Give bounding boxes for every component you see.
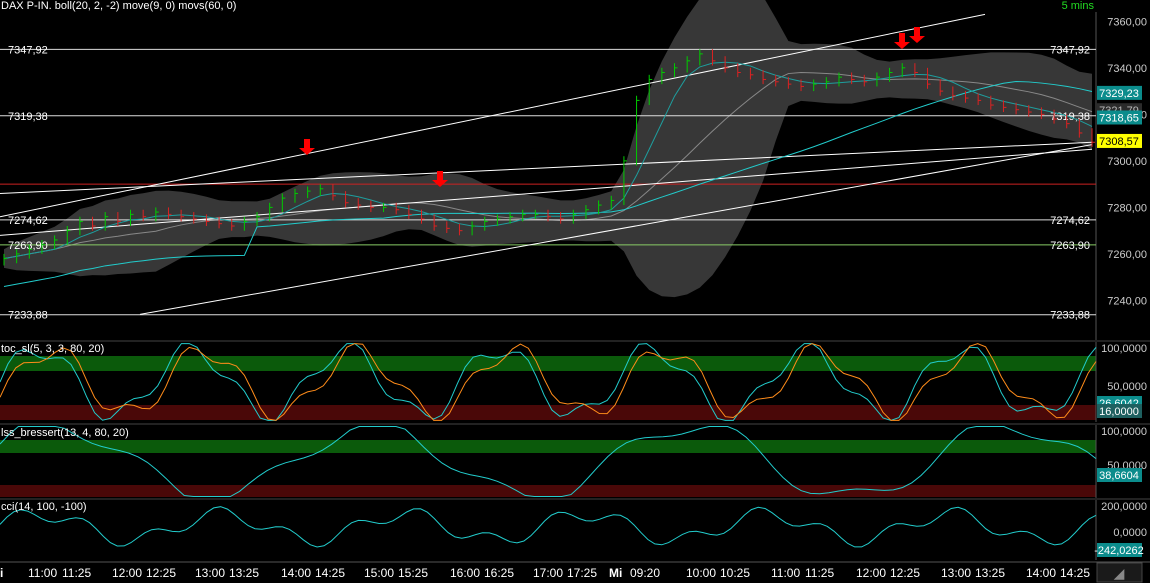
panel-tick-label: 100,0000 <box>1101 343 1147 355</box>
time-tick-label: 13:25 <box>975 566 1005 580</box>
overbought-zone <box>0 356 1096 371</box>
time-tick-label: 10:00 <box>686 566 716 580</box>
time-tick-label: 13:00 <box>941 566 971 580</box>
time-tick-label: 17:00 <box>533 566 563 580</box>
time-tick-label: 11:25 <box>62 566 91 580</box>
indicator-badge: 38,6604 <box>1099 470 1139 482</box>
time-tick-label: Mi <box>609 566 622 580</box>
time-axis: i 11:00 11:25 12:00 12:25 13:00 13:25 14:00 14:2… <box>0 562 1150 583</box>
oversold-zone <box>0 405 1096 420</box>
stochastic-title: toc_sl(5, 3, 3, 80, 20) <box>1 343 104 355</box>
time-tick-label: 11:25 <box>805 566 834 580</box>
level-label-right: 7263,90 <box>1050 240 1090 252</box>
cci-panel: 200,0000 0,0000 -242,0262 <box>0 499 1150 560</box>
time-tick-label: 13:00 <box>195 566 225 580</box>
cci-title: cci(14, 100, -100) <box>1 501 87 513</box>
price-tick-label: 7300,00 <box>1107 156 1147 168</box>
time-tick-label: 09:20 <box>630 566 660 580</box>
signal-arrow <box>894 33 910 49</box>
time-tick-label: 17:25 <box>567 566 597 580</box>
time-tick-label: 11:00 <box>771 566 800 580</box>
time-tick-label: 15:00 <box>364 566 394 580</box>
time-tick-label: 10:25 <box>720 566 750 580</box>
level-label-right: 7233,88 <box>1050 310 1090 322</box>
price-badge: 7318,65 <box>1099 112 1139 124</box>
level-label-right: 7347,92 <box>1050 44 1090 56</box>
indicator-badge: 16,0000 <box>1099 406 1139 418</box>
time-tick-label: 12:25 <box>146 566 176 580</box>
indicator-badge: -242,0262 <box>1094 545 1144 557</box>
time-tick-label: 12:25 <box>890 566 920 580</box>
bollinger-band <box>4 0 1092 297</box>
time-tick-label: 14:00 <box>281 566 311 580</box>
overbought-zone <box>0 440 1096 453</box>
level-label-left: 7233,88 <box>8 310 48 322</box>
time-tick-label: 15:25 <box>398 566 428 580</box>
resize-grip-icon: ◢ <box>1114 566 1125 582</box>
oversold-zone <box>0 485 1096 497</box>
time-tick-label: i <box>0 566 3 580</box>
time-tick-label: 14:25 <box>315 566 345 580</box>
level-label-left: 7319,38 <box>8 111 48 123</box>
main-title: DAX P-IN. boll(20, 2, -2) move(9, 0) mov… <box>1 0 236 12</box>
panel-tick-label: 100,0000 <box>1101 426 1147 438</box>
price-tick-label: 7340,00 <box>1107 63 1147 75</box>
time-tick-label: 12:00 <box>856 566 886 580</box>
stochastic-panel: 100,000050,000026,604216,0000 <box>0 341 1150 422</box>
price-tick-label: 7280,00 <box>1107 202 1147 214</box>
time-tick-label: 16:25 <box>484 566 514 580</box>
cci-line <box>0 507 1096 547</box>
time-tick-label: 12:00 <box>112 566 142 580</box>
time-tick-label: 11:00 <box>28 566 57 580</box>
price-badge: 7308,57 <box>1099 136 1139 148</box>
price-tick-label: 7240,00 <box>1107 295 1147 307</box>
chart-canvas: 7360,007340,007320,007300,007280,007260,… <box>0 0 1150 583</box>
time-tick-label: 13:25 <box>229 566 259 580</box>
trend-line <box>0 142 1092 193</box>
timeframe-label: 5 mins <box>1062 0 1095 12</box>
panel-tick-label: 0,0000 <box>1113 527 1147 539</box>
price-panel: 7360,007340,007320,007300,007280,007260,… <box>0 0 1147 340</box>
price-tick-label: 7260,00 <box>1107 249 1147 261</box>
time-tick-label: 14:25 <box>1060 566 1090 580</box>
bressert-title: lss_bressert(13, 4, 80, 20) <box>1 427 129 439</box>
level-label-right: 7274,62 <box>1050 215 1090 227</box>
time-tick-label: 16:00 <box>450 566 480 580</box>
price-badge: 7329,23 <box>1099 88 1139 100</box>
level-label-left: 7274,62 <box>8 215 48 227</box>
price-tick-label: 7360,00 <box>1107 16 1147 28</box>
bressert-panel: 100,000050,000038,6604 <box>0 424 1150 498</box>
panel-tick-label: 50,0000 <box>1107 381 1147 393</box>
level-label-left: 7347,92 <box>8 44 48 56</box>
time-tick-label: 14:00 <box>1026 566 1056 580</box>
panel-tick-label: 200,0000 <box>1101 501 1147 513</box>
